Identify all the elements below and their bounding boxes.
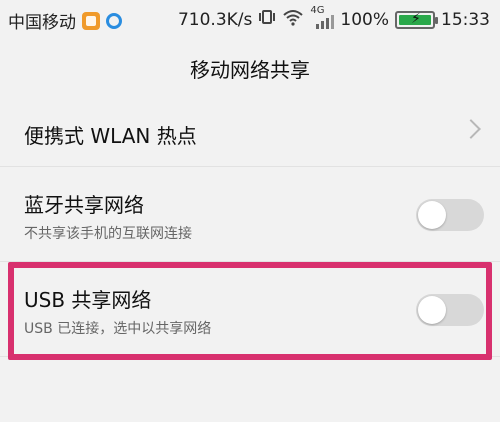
signal-bars	[316, 13, 335, 29]
usb-tethering-subtitle: USB 已连接，选中以共享网络	[24, 321, 212, 337]
wifi-icon	[282, 8, 304, 31]
chevron-right-icon	[461, 119, 481, 139]
status-bar: 中国移动 710.3K/s 4G 100% ⚡ 15:33	[0, 0, 500, 36]
vibrate-icon	[258, 8, 276, 31]
sync-app-icon	[106, 12, 122, 29]
status-left: 中国移动	[8, 8, 122, 33]
clock: 15:33	[441, 9, 490, 30]
charging-bolt-icon: ⚡	[411, 10, 421, 27]
bluetooth-tethering-subtitle: 不共享该手机的互联网连接	[24, 226, 192, 242]
battery-charging-icon: ⚡	[395, 10, 438, 29]
bluetooth-tethering-row[interactable]: 蓝牙共享网络 不共享该手机的互联网连接	[0, 167, 500, 262]
usb-tethering-row[interactable]: USB 共享网络 USB 已连接，选中以共享网络	[0, 262, 500, 357]
carrier-label: 中国移动	[8, 13, 76, 33]
app-notification-icon	[82, 11, 100, 30]
status-right: 710.3K/s 4G 100% ⚡ 15:33	[177, 5, 490, 31]
toggle-knob	[418, 201, 446, 229]
wlan-hotspot-title: 便携式 WLAN 热点	[24, 124, 197, 148]
page-title: 移动网络共享	[0, 36, 500, 101]
bluetooth-tethering-toggle[interactable]	[416, 199, 484, 231]
tethering-settings-list: 便携式 WLAN 热点 蓝牙共享网络 不共享该手机的互联网连接 USB 共享网络…	[0, 100, 500, 357]
toggle-knob	[418, 296, 446, 324]
bluetooth-tethering-title: 蓝牙共享网络	[24, 193, 144, 217]
network-speed: 710.3K/s	[177, 9, 253, 30]
usb-tethering-title: USB 共享网络	[24, 288, 152, 312]
wlan-hotspot-row[interactable]: 便携式 WLAN 热点	[0, 100, 500, 167]
battery-percent: 100%	[340, 9, 389, 30]
usb-tethering-toggle[interactable]	[416, 294, 484, 326]
signal-icon: 4G	[310, 5, 335, 29]
